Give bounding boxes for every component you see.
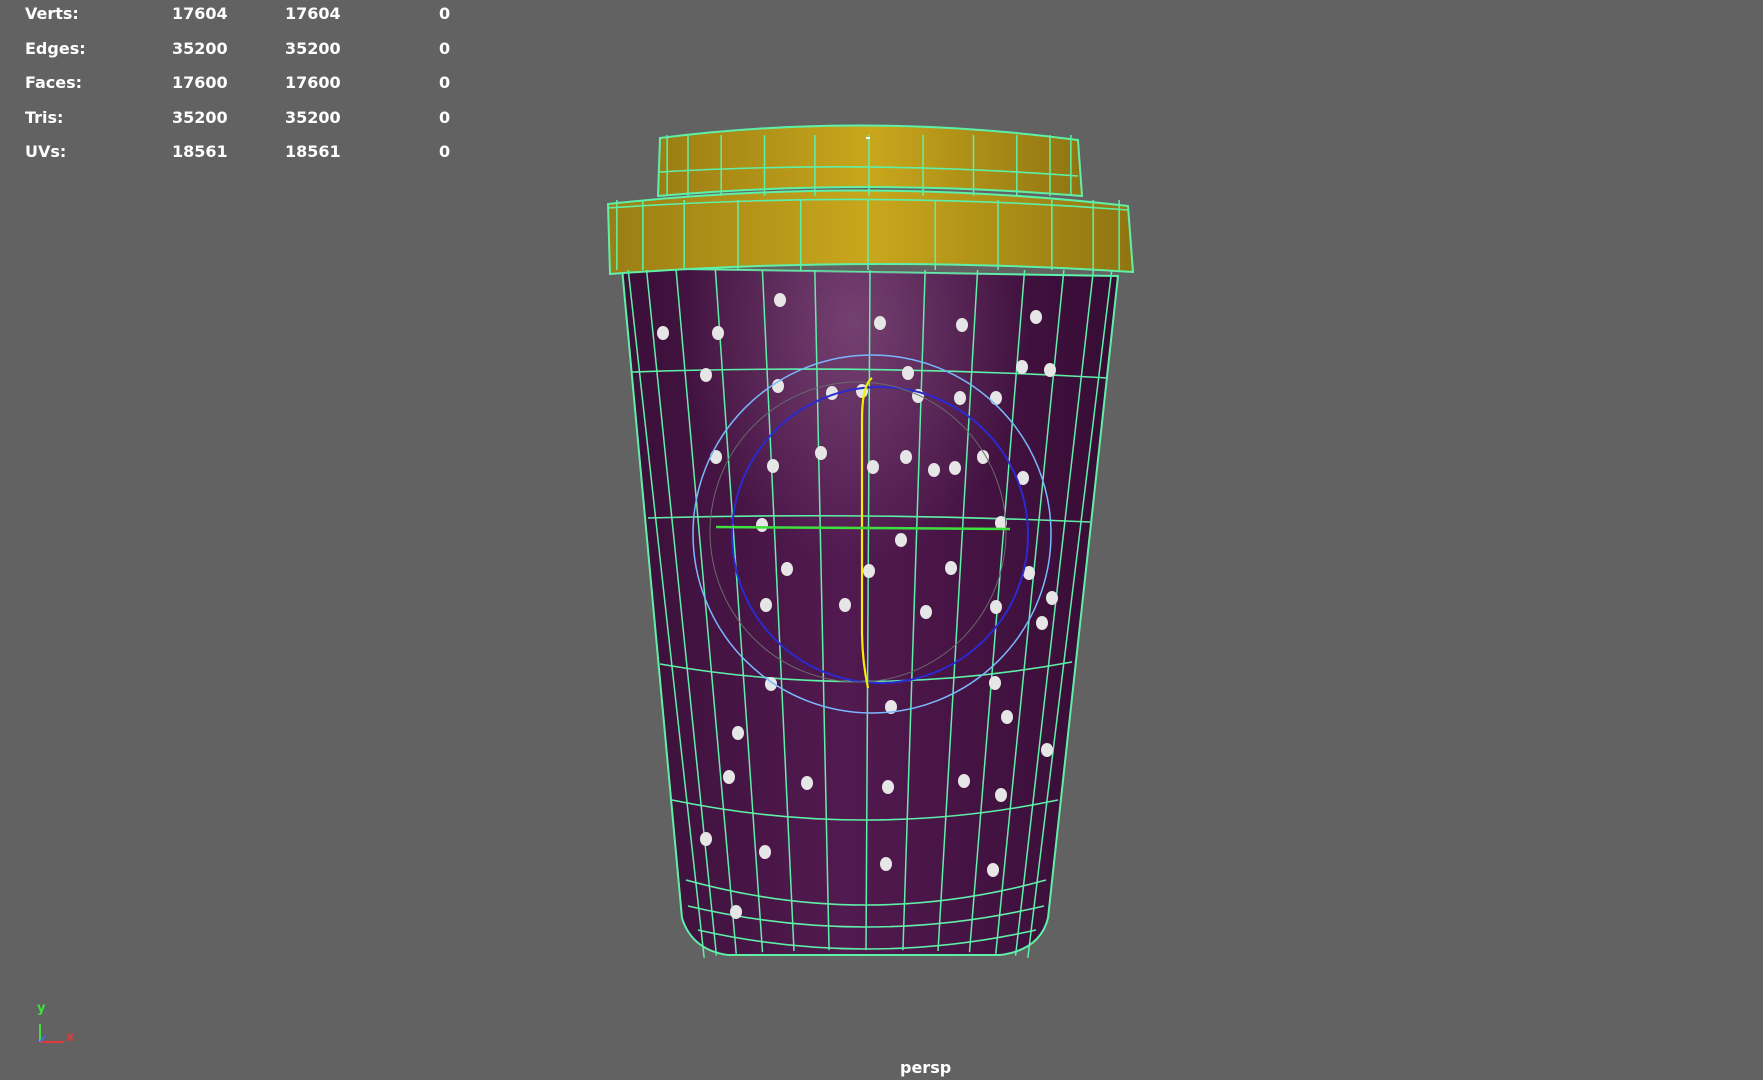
hud-row: Edges: 35200 35200 0 (0, 35, 470, 70)
texture-dot (710, 450, 722, 464)
texture-dot (1016, 360, 1028, 374)
hud-stat-value: 17604 (172, 4, 228, 23)
texture-dot (760, 598, 772, 612)
hud-row: UVs: 18561 18561 0 (0, 138, 470, 173)
texture-dot (880, 857, 892, 871)
poly-count-hud: Verts: 17604 17604 0 Edges: 35200 35200 0 Faces:… (0, 0, 470, 173)
texture-dot (928, 463, 940, 477)
hud-row: Tris: 35200 35200 0 (0, 104, 470, 139)
texture-dot (1044, 363, 1056, 377)
hud-stat-value: 17600 (285, 73, 341, 93)
texture-dot (723, 770, 735, 784)
texture-dot (949, 461, 961, 475)
texture-dot (767, 459, 779, 473)
hud-stat-value: 35200 (172, 38, 228, 58)
texture-dot (839, 598, 851, 612)
camera-name-label: persp (900, 1058, 952, 1077)
texture-dot (801, 776, 813, 790)
hud-stat-label: Tris: (25, 107, 64, 127)
texture-dot (954, 391, 966, 405)
texture-dot (990, 600, 1002, 614)
texture-dot (995, 788, 1007, 802)
texture-dot (781, 562, 793, 576)
texture-dot (774, 293, 786, 307)
texture-dot (989, 676, 1001, 690)
hud-stat-value: 0 (439, 142, 451, 162)
texture-dot (1036, 616, 1048, 630)
texture-dot (902, 366, 914, 380)
texture-dot (712, 326, 724, 340)
texture-dot (863, 564, 875, 578)
hud-stat-value: 18561 (285, 142, 341, 162)
texture-dot (895, 533, 907, 547)
hud-stat-value: 35200 (285, 38, 341, 58)
hud-stat-value: 0 (439, 73, 451, 93)
hud-stat-label: Verts: (25, 4, 79, 23)
hud-stat-value: 0 (439, 107, 451, 127)
hud-stat-value: 17600 (172, 73, 228, 93)
texture-dot (900, 450, 912, 464)
texture-dot (700, 368, 712, 382)
hud-stat-value: 17604 (285, 4, 341, 23)
hud-stat-value: 0 (439, 4, 451, 23)
hud-stat-value: 18561 (172, 142, 228, 162)
texture-dot (759, 845, 771, 859)
axis-x-label: x (66, 1030, 75, 1045)
texture-dot (874, 316, 886, 330)
texture-dot (1041, 743, 1053, 757)
axis-y-label: y (37, 1001, 46, 1016)
axis-indicator (39, 1024, 64, 1043)
texture-dot (1030, 310, 1042, 324)
texture-dot (867, 460, 879, 474)
texture-dot (920, 605, 932, 619)
texture-dot (990, 391, 1002, 405)
texture-dot (956, 318, 968, 332)
texture-dot (732, 726, 744, 740)
hud-stat-label: Edges: (25, 38, 86, 58)
texture-dot (756, 518, 768, 532)
texture-dot (815, 446, 827, 460)
hud-row: Verts: 17604 17604 0 (0, 0, 470, 35)
hud-stat-value: 35200 (172, 107, 228, 127)
texture-dot (1046, 591, 1058, 605)
hud-row: Faces: 17600 17600 0 (0, 69, 470, 104)
texture-dot (987, 863, 999, 877)
texture-dot (945, 561, 957, 575)
hud-stat-label: Faces: (25, 73, 83, 93)
texture-dot (882, 780, 894, 794)
hud-stat-value: 35200 (285, 107, 341, 127)
3d-viewport[interactable]: Verts: 17604 17604 0 Edges: 35200 35200 0 Faces:… (0, 0, 1763, 1080)
texture-dot (700, 832, 712, 846)
texture-dot (657, 326, 669, 340)
texture-dot (958, 774, 970, 788)
hud-stat-value: 0 (439, 38, 451, 58)
texture-dot (1001, 710, 1013, 724)
hud-stat-label: UVs: (25, 142, 67, 162)
texture-dot (730, 905, 742, 919)
